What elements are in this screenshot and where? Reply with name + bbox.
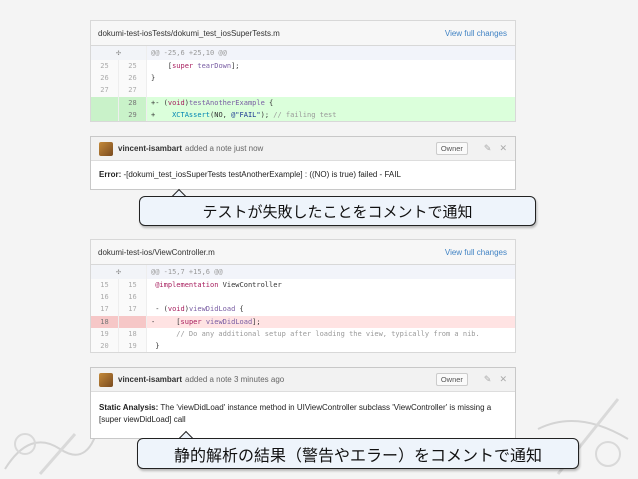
code-line: @implementation ViewController: [155, 281, 282, 289]
diff-row: 20 19 }: [91, 339, 515, 353]
new-line-number: 19: [119, 339, 147, 353]
diff-row: 27 27: [91, 84, 515, 97]
diff-row: 26 26 }: [91, 72, 515, 85]
comment-note-2: vincent-isambart added a note 3 minutes …: [90, 367, 516, 439]
new-line-number: [119, 315, 147, 328]
file-header: dokumi-test-iosTests/dokumi_test_iosSupe…: [91, 21, 515, 46]
new-line-number: 17: [119, 303, 147, 316]
hunk-header: @@ -15,7 +15,6 @@: [147, 265, 515, 279]
diff-row: 17 17 - (void)viewDidLoad {: [91, 303, 515, 316]
expand-icon[interactable]: ✣: [91, 265, 147, 279]
diff-panel-super-tests: dokumi-test-iosTests/dokumi_test_iosSupe…: [90, 20, 516, 122]
view-full-changes-link[interactable]: View full changes: [445, 248, 507, 257]
note-label: Static Analysis:: [99, 403, 159, 412]
new-line-number: 29: [119, 108, 147, 121]
callout-test-failure: テストが失敗したことをコメントで通知: [139, 196, 536, 226]
old-line-number: 27: [91, 84, 119, 97]
diff-row-deleted: 18 - [super viewDidLoad];: [91, 315, 515, 328]
diff-row-added: 29 + XCTAssert(NO, @"FAIL"); // failing …: [91, 108, 515, 121]
note-body: Static Analysis: The 'viewDidLoad' insta…: [91, 392, 515, 438]
avatar[interactable]: [99, 372, 113, 387]
new-line-number: 27: [119, 84, 147, 97]
note-action: added a note just now: [185, 144, 264, 153]
close-icon[interactable]: ✕: [499, 374, 507, 385]
file-path: dokumi-test-iosTests/dokumi_test_iosSupe…: [98, 28, 280, 38]
old-line-number: [91, 96, 119, 109]
note-action: added a note 3 minutes ago: [185, 375, 285, 384]
old-line-number: 18: [91, 315, 119, 328]
old-line-number: 25: [91, 60, 119, 73]
diff-panel-view-controller: dokumi-test-ios/ViewController.m View fu…: [90, 239, 516, 354]
callout-static-analysis: 静的解析の結果（警告やエラー）をコメントで通知: [137, 438, 579, 469]
note-text: The 'viewDidLoad' instance method in UIV…: [99, 403, 492, 424]
note-body: Error: -[dokumi_test_iosSuperTests testA…: [91, 161, 515, 189]
old-line-number: [91, 108, 119, 121]
hunk-header: @@ -25,6 +25,10 @@: [147, 46, 515, 60]
note-text: -[dokumi_test_iosSuperTests testAnotherE…: [121, 170, 401, 179]
old-line-number: 17: [91, 303, 119, 316]
new-line-number: 15: [119, 279, 147, 292]
code-line: +- (void)testAnotherExample {: [147, 96, 515, 109]
expand-row[interactable]: ✣ @@ -25,6 +25,10 @@: [91, 46, 515, 60]
new-line-number: 25: [119, 60, 147, 73]
file-path: dokumi-test-ios/ViewController.m: [98, 247, 215, 257]
new-line-number: 26: [119, 72, 147, 85]
expand-row[interactable]: ✣ @@ -15,7 +15,6 @@: [91, 265, 515, 279]
old-line-number: 26: [91, 72, 119, 85]
owner-badge: Owner: [435, 373, 468, 386]
code-line: // Do any additional setup after loading…: [151, 329, 480, 338]
new-line-number: 28: [119, 96, 147, 109]
old-line-number: 19: [91, 327, 119, 340]
note-label: Error:: [99, 170, 122, 179]
comment-note-1: vincent-isambart added a note just now O…: [90, 136, 516, 190]
old-line-number: 20: [91, 339, 119, 353]
diff-body: ✣ @@ -15,7 +15,6 @@ 15 15 @implementatio…: [91, 265, 515, 353]
code-line: + XCTAssert(NO, @"FAIL"); // failing tes…: [147, 108, 515, 121]
diff-row-added: 28 +- (void)testAnotherExample {: [91, 96, 515, 109]
callout-text: 静的解析の結果（警告やエラー）をコメントで通知: [173, 445, 542, 465]
diff-row: 15 15 @implementation ViewController: [91, 279, 515, 292]
code-line: [super tearDown];: [151, 62, 240, 70]
new-line-number: 18: [119, 327, 147, 340]
note-header: vincent-isambart added a note 3 minutes …: [91, 368, 515, 392]
code-line: }: [151, 341, 160, 350]
view-full-changes-link[interactable]: View full changes: [445, 29, 507, 38]
diff-body: ✣ @@ -25,6 +25,10 @@ 25 25 [super tearDo…: [91, 46, 515, 121]
old-line-number: 15: [91, 279, 119, 292]
code-line: }: [151, 74, 156, 83]
pencil-icon[interactable]: ✎: [484, 143, 492, 154]
expand-icon[interactable]: ✣: [91, 46, 147, 60]
callout-text: テストが失敗したことをコメントで通知: [202, 202, 473, 221]
old-line-number: 16: [91, 291, 119, 304]
note-header: vincent-isambart added a note just now O…: [91, 137, 515, 161]
code-line: - (void)viewDidLoad {: [151, 305, 244, 314]
diff-row: 25 25 [super tearDown];: [91, 60, 515, 73]
new-line-number: 16: [119, 291, 147, 304]
author-name[interactable]: vincent-isambart: [118, 375, 182, 384]
owner-badge: Owner: [435, 142, 468, 155]
diff-row: 19 18 // Do any additional setup after l…: [91, 327, 515, 340]
avatar[interactable]: [99, 141, 113, 156]
diff-row: 16 16: [91, 291, 515, 304]
author-name[interactable]: vincent-isambart: [118, 144, 182, 153]
file-header: dokumi-test-ios/ViewController.m View fu…: [91, 240, 515, 265]
pencil-icon[interactable]: ✎: [484, 374, 492, 385]
code-line: - [super viewDidLoad];: [147, 315, 515, 328]
close-icon[interactable]: ✕: [499, 143, 507, 154]
